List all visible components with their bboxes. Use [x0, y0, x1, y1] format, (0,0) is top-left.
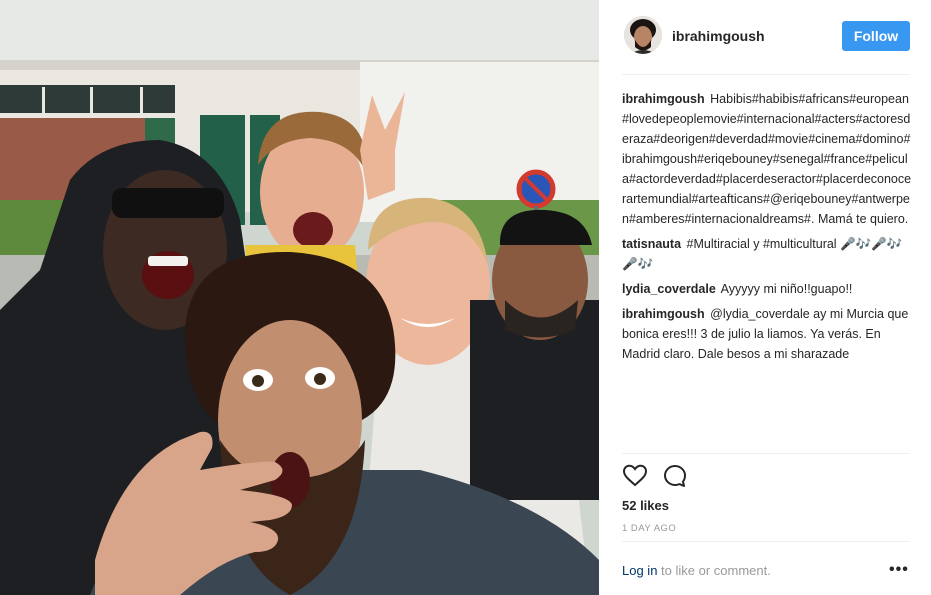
comment-text: Ayyyyy mi niño!!guapo!! [720, 282, 853, 296]
comment-item: lydia_coverdale Ayyyyy mi niño!!guapo!! [622, 279, 912, 299]
post-header: ibrahimgoush Follow [599, 0, 931, 74]
login-prompt: Log in to like or comment. [622, 563, 771, 578]
login-prompt-text: to like or comment. [657, 563, 771, 578]
likes-count[interactable]: 52 likes [622, 498, 669, 513]
login-link[interactable]: Log in [622, 563, 657, 578]
more-options-icon[interactable]: ••• [889, 562, 909, 578]
post-timestamp[interactable]: 1 DAY AGO [622, 523, 676, 534]
follow-button[interactable]: Follow [842, 21, 910, 51]
comments-list: ibrahimgoush Habibis#habibis#africans#eu… [622, 89, 912, 369]
comment-text: Habibis#habibis#africans#european#lovede… [622, 92, 912, 226]
post-photo [0, 0, 599, 595]
comment-username[interactable]: lydia_coverdale [622, 282, 716, 296]
post-author-username[interactable]: ibrahimgoush [672, 28, 765, 44]
header-divider [622, 74, 910, 75]
heart-icon[interactable] [622, 463, 648, 489]
bottom-divider [622, 541, 910, 542]
comment-username[interactable]: ibrahimgoush [622, 307, 705, 321]
comment-item: ibrahimgoush @lydia_coverdale ay mi Murc… [622, 304, 912, 364]
comment-icon[interactable] [662, 463, 688, 489]
comment-username[interactable]: tatisnauta [622, 237, 681, 251]
actions-divider [622, 453, 910, 454]
group-selfie-photo [0, 0, 599, 595]
avatar-image [624, 16, 662, 54]
avatar[interactable] [624, 16, 662, 54]
comment-username[interactable]: ibrahimgoush [622, 92, 705, 106]
post-details-panel: ibrahimgoush Follow ibrahimgoush Habibis… [599, 0, 931, 595]
comment-item: ibrahimgoush Habibis#habibis#africans#eu… [622, 89, 912, 229]
comment-item: tatisnauta #Multiracial y #multicultural… [622, 234, 912, 274]
